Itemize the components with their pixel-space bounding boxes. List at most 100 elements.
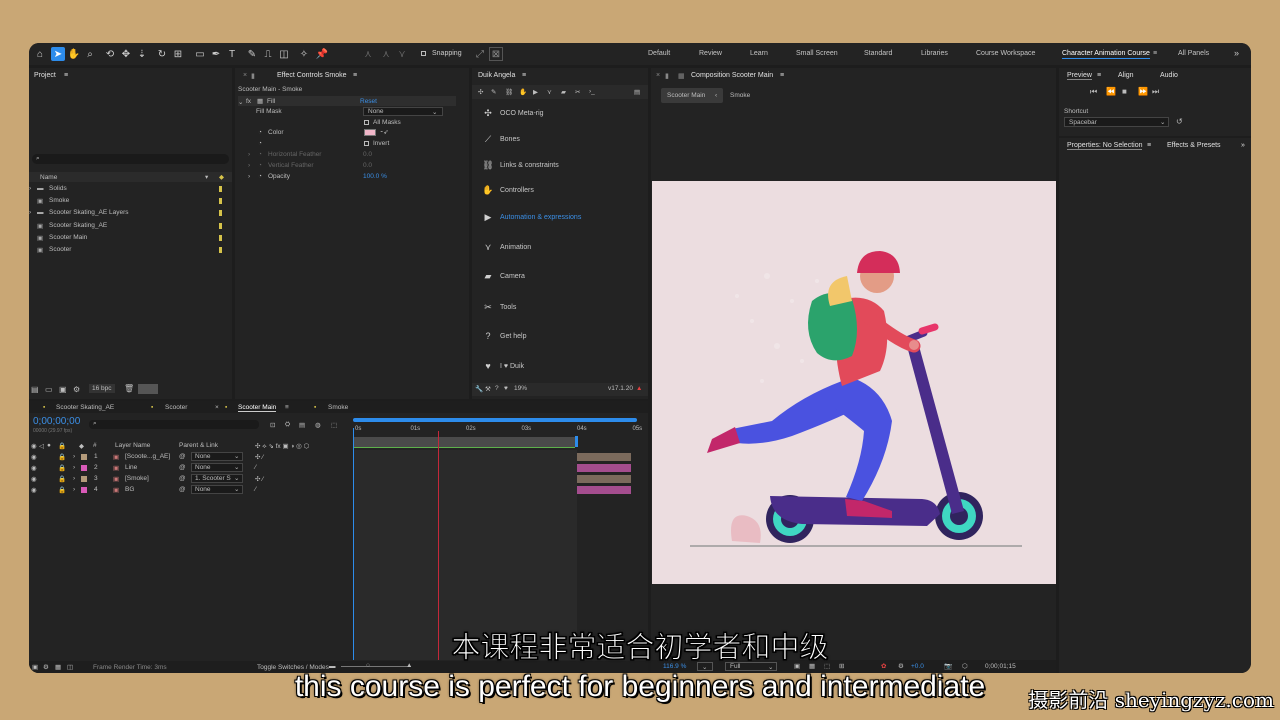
duik-item-automation-expressions[interactable]: ▶ Automation & expressions bbox=[482, 212, 582, 223]
composition-title[interactable]: Composition Scooter Main bbox=[691, 72, 773, 79]
project-item[interactable]: ▣ Scooter Skating_AE bbox=[29, 221, 232, 232]
eyedropper-icon[interactable]: ⁃➶ bbox=[380, 128, 389, 136]
type-tool-icon[interactable]: T bbox=[225, 47, 239, 61]
dolly-tool-icon[interactable]: ⇣ bbox=[135, 47, 149, 61]
pan-tool-icon[interactable]: ✥ bbox=[119, 47, 133, 61]
solo-toggle-icon[interactable]: ● bbox=[47, 442, 51, 449]
properties-menu-icon[interactable]: ≡ bbox=[1147, 142, 1151, 149]
tab-scooter-main[interactable]: Scooter Main bbox=[238, 404, 277, 412]
next-frame-icon[interactable]: ⏩ bbox=[1138, 87, 1148, 96]
duik-anim-icon[interactable]: ⋎ bbox=[547, 88, 552, 96]
layer-name[interactable]: BG bbox=[125, 486, 134, 493]
layer-label-color[interactable] bbox=[81, 476, 87, 482]
home-icon[interactable]: ⌂ bbox=[33, 47, 47, 61]
parent-header[interactable]: Parent & Link bbox=[179, 442, 218, 449]
stopwatch-icon[interactable]: ◔ bbox=[258, 162, 262, 169]
reset-shortcut-icon[interactable]: ↺ bbox=[1176, 117, 1183, 126]
vertical-feather-value[interactable]: 0.0 bbox=[363, 162, 372, 169]
tab-effects-presets[interactable]: Effects & Presets bbox=[1167, 142, 1221, 149]
layer-label-color[interactable] bbox=[81, 487, 87, 493]
snap-feature-icon[interactable]: ⊠ bbox=[489, 47, 503, 61]
duik-title[interactable]: Duik Angela bbox=[478, 72, 515, 79]
layer-name[interactable]: [Scoote...g_AE] bbox=[125, 453, 170, 460]
duik-item-bones[interactable]: ⟋ Bones bbox=[482, 134, 520, 145]
close-icon[interactable]: × bbox=[243, 72, 247, 79]
duik-rig-icon[interactable]: ✣ bbox=[478, 88, 483, 96]
label-color-swatch[interactable] bbox=[219, 247, 222, 253]
preview-menu-icon[interactable]: ≡ bbox=[1097, 72, 1101, 79]
timeline-menu-icon[interactable]: ≡ bbox=[285, 404, 289, 411]
snapping-checkbox[interactable] bbox=[421, 51, 426, 56]
tools-icon[interactable]: ⚒ bbox=[485, 385, 491, 393]
pickwhip-icon[interactable]: @ bbox=[179, 464, 186, 471]
project-item[interactable]: ▣ Smoke bbox=[29, 196, 232, 207]
workspace-overflow-icon[interactable]: » bbox=[1234, 48, 1239, 58]
timeline-zoom-slider[interactable] bbox=[341, 666, 411, 667]
project-settings-icon[interactable]: ⚙ bbox=[73, 385, 80, 394]
chevron-right-icon[interactable]: › bbox=[73, 453, 75, 460]
composition-menu-icon[interactable]: ≡ bbox=[780, 72, 784, 79]
project-item[interactable]: ▣ Scooter bbox=[29, 245, 232, 256]
stop-icon[interactable]: ■ bbox=[1122, 87, 1127, 96]
draft-3d-icon[interactable]: ⊡ bbox=[270, 421, 275, 429]
help-icon[interactable]: ? bbox=[495, 385, 499, 392]
project-title[interactable]: Project bbox=[34, 72, 56, 79]
duik-play-icon[interactable]: ▶ bbox=[533, 88, 538, 96]
expand-icon[interactable]: ⌄ bbox=[238, 98, 243, 106]
work-area-bar[interactable] bbox=[353, 418, 637, 422]
crumb-scooter-main[interactable]: Scooter Main ‹ bbox=[661, 88, 723, 103]
stopwatch-icon[interactable]: ◔ bbox=[258, 140, 262, 147]
video-toggle-icon[interactable]: ◉ bbox=[31, 442, 37, 450]
workspace-learn[interactable]: Learn bbox=[750, 50, 768, 57]
warning-icon[interactable]: ▲ bbox=[636, 385, 642, 392]
project-search-input[interactable]: ⌕ bbox=[32, 154, 229, 164]
workspace-menu-icon[interactable]: ≡ bbox=[1153, 50, 1157, 57]
effect-controls-menu-icon[interactable]: ≡ bbox=[353, 72, 357, 79]
lock-icon[interactable]: 🔒 bbox=[58, 475, 66, 483]
workspace-libraries[interactable]: Libraries bbox=[921, 50, 948, 57]
chevron-right-icon[interactable]: › bbox=[73, 486, 75, 493]
motion-blur-icon[interactable]: ◍ bbox=[315, 421, 321, 429]
lock-icon[interactable]: 🔒 bbox=[58, 486, 66, 494]
fx-icon[interactable]: fx bbox=[246, 98, 251, 105]
lock-icon[interactable]: ▮ bbox=[665, 72, 669, 80]
duik-menu-icon[interactable]: ≡ bbox=[522, 72, 526, 79]
zoom-tool-icon[interactable]: ⌕ bbox=[83, 47, 97, 61]
shortcut-select[interactable]: Spacebar ⌄ bbox=[1064, 117, 1169, 127]
pickwhip-icon[interactable]: @ bbox=[179, 475, 186, 482]
comp-range-bar[interactable] bbox=[353, 437, 577, 447]
wrench-icon[interactable]: 🔧 bbox=[475, 385, 483, 393]
axis-local-icon[interactable]: ⋏ bbox=[361, 47, 375, 61]
pen-tool-icon[interactable]: ✒ bbox=[209, 47, 223, 61]
label-color-swatch[interactable] bbox=[219, 222, 222, 229]
axis-view-icon[interactable]: ⋎ bbox=[395, 47, 409, 61]
tab-scooter[interactable]: Scooter bbox=[165, 404, 187, 411]
layer-label-color[interactable] bbox=[81, 465, 87, 471]
flowchart-button[interactable] bbox=[138, 384, 158, 394]
puppet-tool-icon[interactable]: 📌 bbox=[315, 47, 329, 61]
horizontal-feather-value[interactable]: 0.0 bbox=[363, 151, 372, 158]
rotate-tool-icon[interactable]: ↻ bbox=[155, 47, 169, 61]
rectangle-tool-icon[interactable]: ▭ bbox=[193, 47, 207, 61]
audio-toggle-icon[interactable]: ◁ bbox=[39, 442, 44, 450]
eye-icon[interactable]: ◉ bbox=[31, 453, 37, 461]
work-area-end[interactable] bbox=[575, 436, 578, 447]
parent-select[interactable]: None ⌄ bbox=[191, 452, 243, 461]
fill-mask-select[interactable]: None ⌄ bbox=[363, 107, 443, 116]
workspace-course[interactable]: Course Workspace bbox=[976, 50, 1035, 57]
eye-icon[interactable]: ◉ bbox=[31, 475, 37, 483]
stopwatch-icon[interactable]: ◔ bbox=[258, 129, 262, 136]
lock-icon[interactable]: ▮ bbox=[251, 72, 255, 80]
eye-icon[interactable]: ◉ bbox=[31, 486, 37, 494]
chevron-right-icon[interactable]: › bbox=[29, 209, 31, 216]
layer-name[interactable]: [Smoke] bbox=[125, 475, 149, 482]
layer-switches[interactable]: ⁄ bbox=[255, 464, 256, 471]
timeline-timecode[interactable]: 0;00;00;00 bbox=[33, 416, 80, 427]
expand-icon[interactable]: › bbox=[248, 162, 250, 169]
effect-controls-title[interactable]: Effect Controls Smoke bbox=[277, 72, 347, 79]
panel-overflow-icon[interactable]: » bbox=[1241, 142, 1245, 149]
frame-blending-icon[interactable]: ▤ bbox=[299, 421, 305, 429]
duik-item-get-help[interactable]: ? Get help bbox=[482, 331, 526, 341]
project-item[interactable]: ▬ › Solids bbox=[29, 184, 232, 195]
parent-select[interactable]: None ⌄ bbox=[191, 463, 243, 472]
